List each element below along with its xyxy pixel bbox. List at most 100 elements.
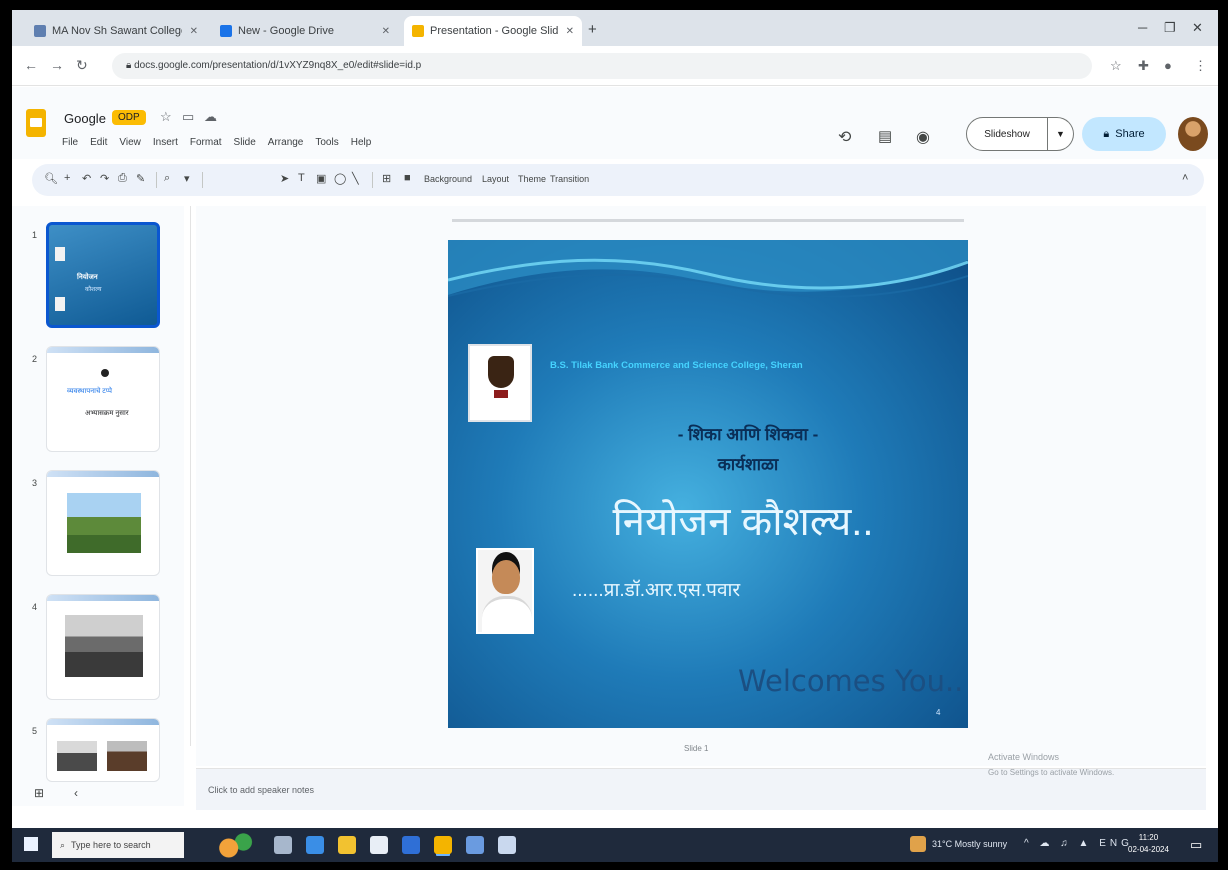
close-icon[interactable]: ✕ <box>566 26 574 37</box>
print-icon[interactable]: ⎙ <box>118 172 127 185</box>
slide-number: 2 <box>32 354 38 364</box>
reload-icon[interactable]: ↻ <box>76 57 88 74</box>
slide-thumbnail-1[interactable]: नियोजन कौशल्य <box>46 222 160 328</box>
menu-slide[interactable]: Slide <box>234 137 256 148</box>
new-slide-icon[interactable]: + <box>64 172 70 184</box>
slides-logo-icon[interactable] <box>26 109 46 137</box>
chevron-down-icon[interactable]: ▼ <box>1048 117 1074 151</box>
lock-icon: 🔒︎ <box>1103 127 1110 140</box>
app-icon[interactable] <box>498 836 516 854</box>
background-button[interactable]: Background <box>424 174 472 184</box>
thumbnail-banner <box>47 719 159 725</box>
thumbnail-banner <box>47 471 159 477</box>
tab-slides[interactable]: Presentation - Google Slides ✕ <box>404 16 582 46</box>
clock-date: 02-04-2024 <box>1128 845 1169 854</box>
weather-status[interactable]: 31°C Mostly sunny <box>932 839 1007 849</box>
maximize-icon[interactable]: ❐ <box>1164 20 1176 36</box>
layout-button[interactable]: Layout <box>482 174 509 184</box>
close-icon[interactable]: ✕ <box>382 26 390 37</box>
search-menus-icon[interactable]: 🔍︎ <box>44 172 58 185</box>
collapse-filmstrip-icon[interactable]: ‹ <box>74 786 78 800</box>
slide-number: 3 <box>32 478 38 488</box>
theme-button[interactable]: Theme <box>518 174 546 184</box>
browser-menu-icon[interactable]: ⋮ <box>1194 58 1207 74</box>
zoom-dropdown-icon[interactable]: ▾ <box>184 172 190 185</box>
tab-college[interactable]: MA Nov Sh Sawant College ✕ <box>26 16 206 46</box>
chrome-icon[interactable] <box>434 836 452 854</box>
undo-icon[interactable]: ↶ <box>82 172 91 185</box>
college-crest-logo <box>468 344 532 422</box>
menu-tools[interactable]: Tools <box>315 137 338 148</box>
menu-view[interactable]: View <box>119 137 141 148</box>
new-tab-button[interactable]: + <box>588 21 597 38</box>
menu-insert[interactable]: Insert <box>153 137 178 148</box>
slide-corner-number: 4 <box>936 708 941 717</box>
notification-icon[interactable]: ▭ <box>1190 837 1202 853</box>
comment-icon[interactable]: ▤ <box>878 127 892 145</box>
redo-icon[interactable]: ↷ <box>100 172 109 185</box>
document-title[interactable]: Google <box>64 111 106 126</box>
file-explorer-icon[interactable] <box>338 836 356 854</box>
fill-color-icon[interactable]: ■ <box>404 172 411 184</box>
profile-icon[interactable]: ● <box>1164 58 1172 73</box>
slide-thumbnail-2[interactable]: व्यवस्थापनाचे टप्पे अभ्यासक्रम नुसार <box>46 346 160 452</box>
close-window-icon[interactable]: ✕ <box>1192 20 1203 36</box>
comment-add-icon[interactable]: ⊞ <box>382 172 391 185</box>
speaker-name: ......प्रा.डॉ.आर.एस.पवार <box>572 580 741 601</box>
slide-thumbnail-4[interactable] <box>46 594 160 700</box>
photos-icon[interactable] <box>466 836 484 854</box>
mail-icon[interactable] <box>402 836 420 854</box>
chevron-up-icon[interactable]: ˄ <box>1182 172 1188 184</box>
extensions-icon[interactable]: ✚ <box>1138 58 1149 74</box>
windows-start-icon[interactable] <box>24 837 38 851</box>
taskbar-clock[interactable]: 11:20 02-04-2024 <box>1128 832 1169 856</box>
share-button[interactable]: 🔒︎ Share <box>1082 117 1166 151</box>
address-bar[interactable]: 🔒︎ docs.google.com/presentation/d/1vXYZ9… <box>112 53 1092 79</box>
back-icon[interactable]: ← <box>24 57 38 73</box>
image-icon[interactable]: ▣ <box>316 172 326 185</box>
slide-thumbnail-5[interactable] <box>46 718 160 782</box>
move-folder-icon[interactable]: ▭ <box>182 109 194 125</box>
text-box-icon[interactable]: T <box>298 172 305 184</box>
zoom-icon[interactable]: ⌕ <box>164 172 170 185</box>
bookmark-star-icon[interactable]: ☆ <box>1110 58 1122 74</box>
menu-help[interactable]: Help <box>351 137 372 148</box>
forward-icon[interactable]: → <box>50 57 64 73</box>
search-highlight-image[interactable] <box>214 830 256 860</box>
store-icon[interactable] <box>370 836 388 854</box>
menu-arrange[interactable]: Arrange <box>268 137 304 148</box>
select-cursor-icon[interactable]: ➤ <box>280 172 289 185</box>
tab-drive[interactable]: New - Google Drive ✕ <box>212 16 398 46</box>
menu-format[interactable]: Format <box>190 137 222 148</box>
cloud-status-icon[interactable]: ☁ <box>204 109 217 125</box>
slideshow-button[interactable]: Slideshow <box>966 117 1048 151</box>
filmstrip-divider[interactable] <box>190 206 191 746</box>
activate-windows-watermark: Activate Windows <box>988 752 1060 762</box>
slideshow-label: Slideshow <box>984 128 1030 140</box>
meet-icon[interactable]: ◉ <box>916 127 930 147</box>
drive-icon <box>220 25 232 37</box>
weather-icon[interactable] <box>910 836 926 852</box>
campus-photo <box>67 493 141 553</box>
avatar[interactable] <box>1178 117 1208 151</box>
tab-favicon <box>34 25 46 37</box>
system-tray-icons[interactable]: ^ ☁ ♫ ▲ ENG <box>1024 838 1133 849</box>
thumbnail-photo <box>55 297 65 311</box>
wave-decoration <box>448 240 968 298</box>
menu-file[interactable]: File <box>62 137 78 148</box>
close-icon[interactable]: ✕ <box>190 26 198 37</box>
minimize-icon[interactable]: ─ <box>1138 20 1147 35</box>
task-view-icon[interactable] <box>274 836 292 854</box>
taskbar-search-box[interactable]: ⌕ Type here to search <box>52 832 184 858</box>
transition-button[interactable]: Transition <box>550 174 589 184</box>
menu-edit[interactable]: Edit <box>90 137 107 148</box>
star-icon[interactable]: ☆ <box>160 109 172 125</box>
slide-thumbnail-3[interactable] <box>46 470 160 576</box>
history-icon[interactable]: ⟲ <box>838 127 851 147</box>
grid-view-icon[interactable]: ⊞ <box>34 786 44 800</box>
line-icon[interactable]: ╲ <box>352 172 359 185</box>
shape-icon[interactable]: ◯ <box>334 172 346 185</box>
current-slide[interactable]: B.S. Tilak Bank Commerce and Science Col… <box>448 240 968 728</box>
edge-icon[interactable] <box>306 836 324 854</box>
paint-format-icon[interactable]: ✎ <box>136 172 145 185</box>
